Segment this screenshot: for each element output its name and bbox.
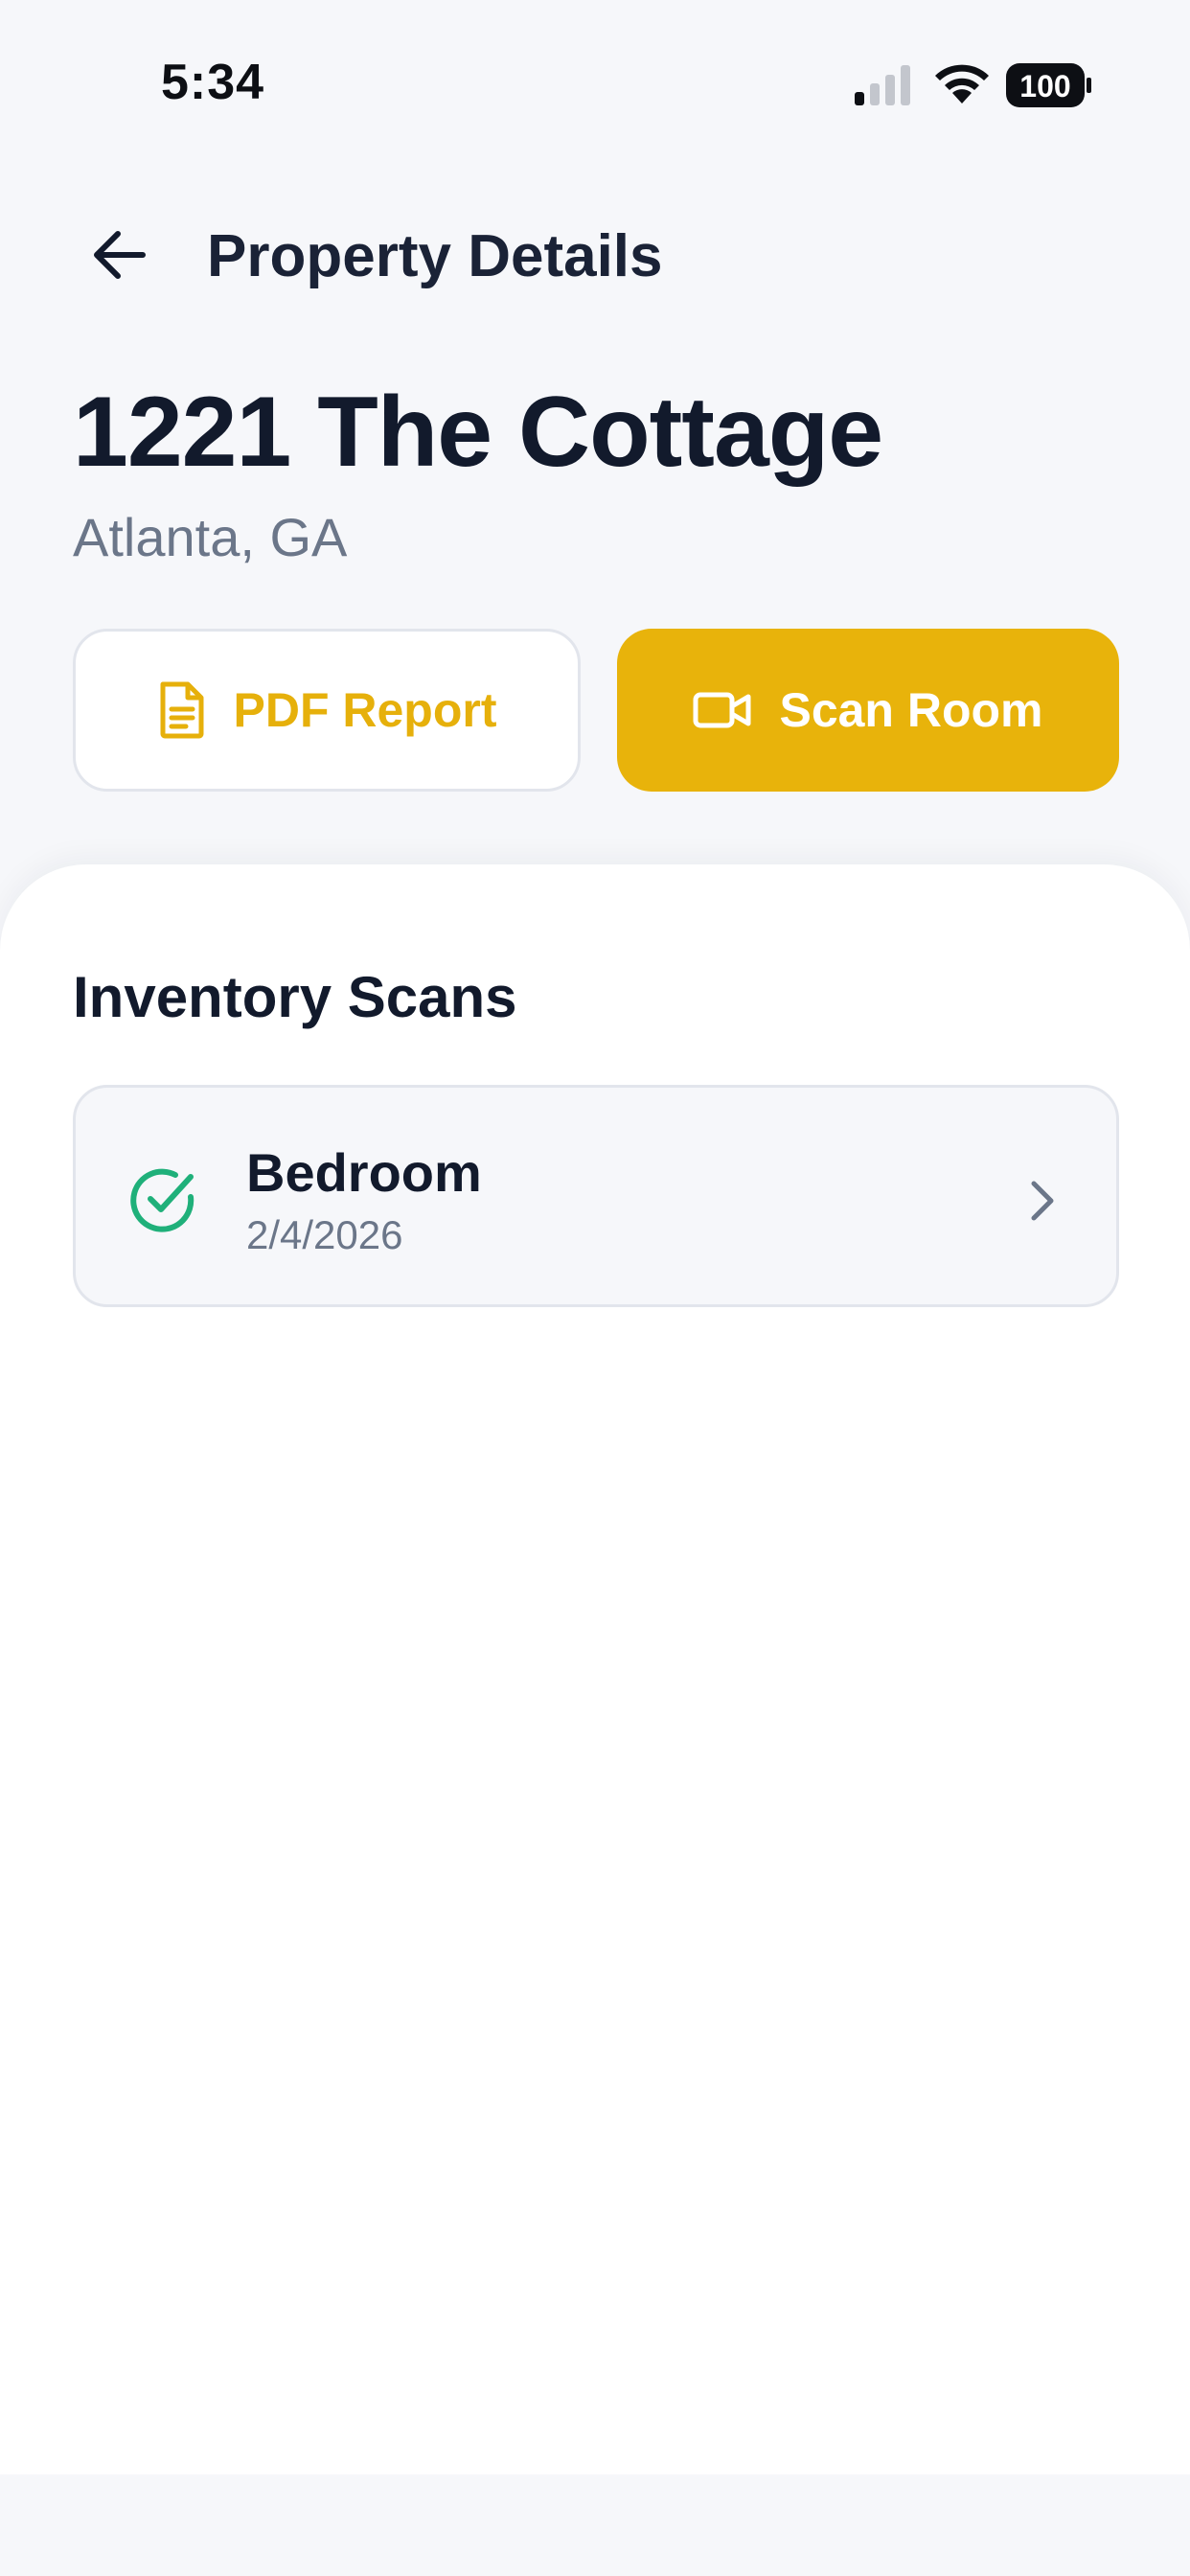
scan-item-date: 2/4/2026 xyxy=(246,1212,403,1257)
arrow-left-icon xyxy=(94,231,146,279)
status-bar: 5:34 100 xyxy=(0,0,1190,172)
screen: 5:34 100 Property Details 1221 The Cotta… xyxy=(0,0,1190,2576)
property-location: Atlanta, GA xyxy=(73,507,348,567)
video-camera-icon xyxy=(693,692,751,728)
back-button[interactable] xyxy=(77,217,163,293)
inventory-scan-item[interactable]: Bedroom 2/4/2026 xyxy=(73,1085,1119,1307)
pdf-report-button[interactable]: PDF Report xyxy=(73,629,581,792)
wifi-icon xyxy=(935,64,989,104)
scan-item-name: Bedroom xyxy=(246,1142,482,1203)
check-circle-icon xyxy=(130,1168,195,1232)
battery-level: 100 xyxy=(1019,69,1070,104)
property-name: 1221 The Cottage xyxy=(73,377,883,488)
home-indicator-area xyxy=(0,2474,1190,2576)
scan-room-label: Scan Room xyxy=(779,683,1043,737)
chevron-right-icon xyxy=(1031,1181,1054,1221)
page-title: Property Details xyxy=(207,223,663,289)
document-icon xyxy=(160,681,203,739)
pdf-report-label: PDF Report xyxy=(233,683,497,737)
inventory-section-title: Inventory Scans xyxy=(73,965,517,1029)
battery-icon: 100 xyxy=(1006,63,1091,107)
status-time: 5:34 xyxy=(161,55,265,110)
cellular-signal-icon xyxy=(855,65,910,105)
scan-room-button[interactable]: Scan Room xyxy=(617,629,1119,792)
